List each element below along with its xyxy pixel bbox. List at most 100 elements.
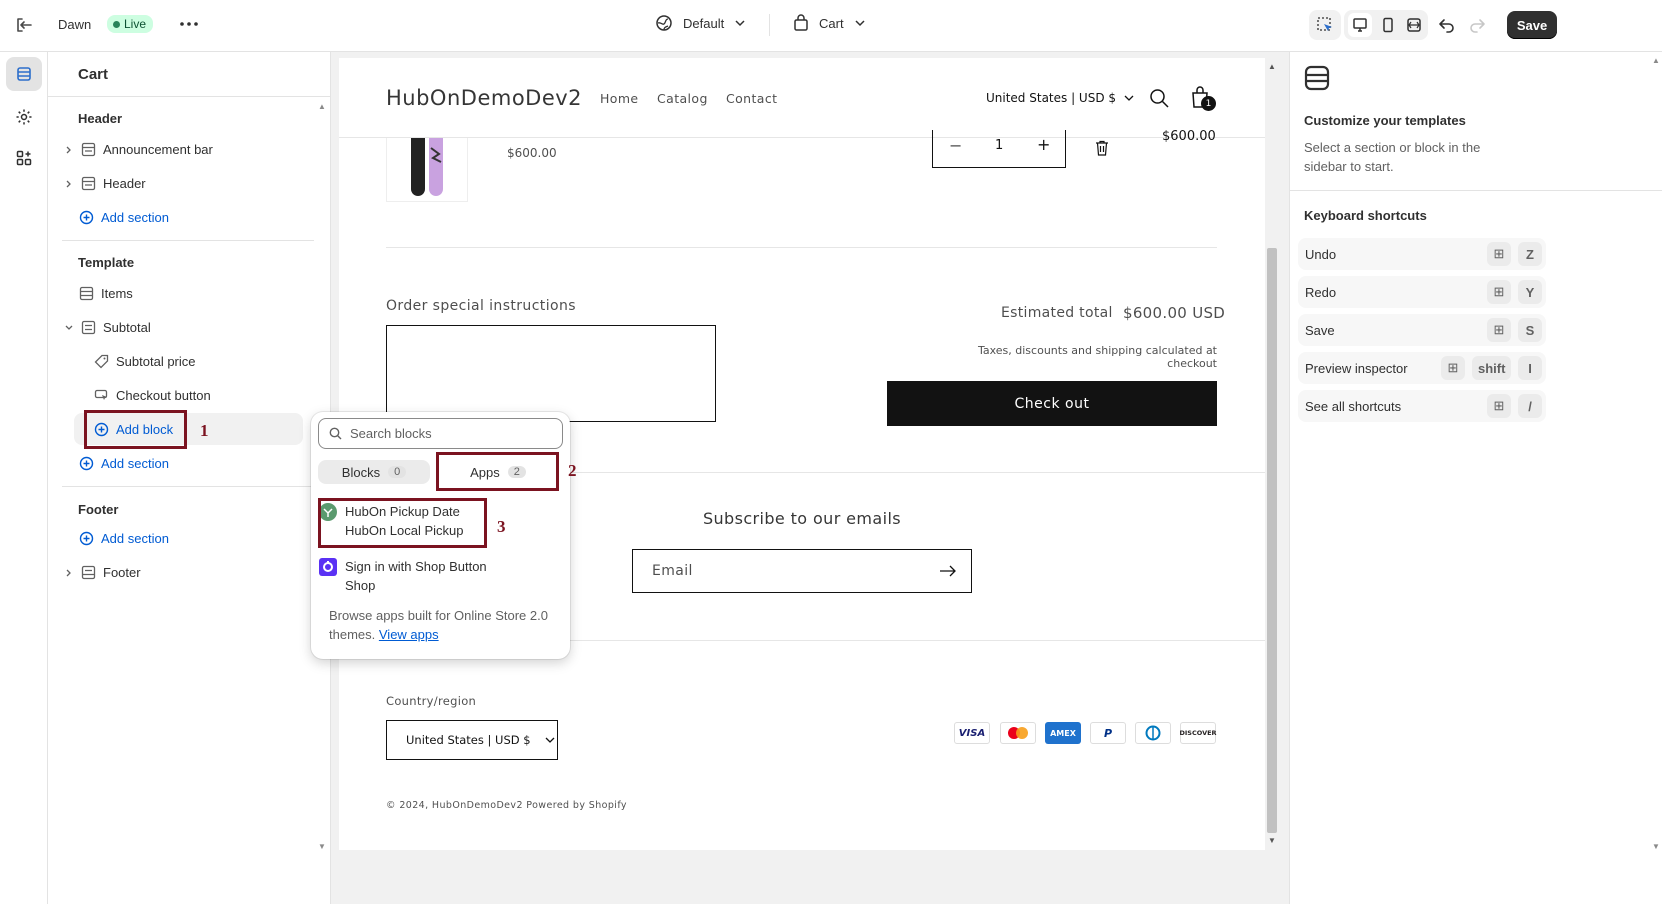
shortcuts-title: Keyboard shortcuts: [1304, 208, 1427, 223]
header-currency-selector[interactable]: United States | USD $: [986, 91, 1134, 105]
email-field[interactable]: Email: [632, 549, 972, 593]
sidebar-item-label: Header: [103, 176, 146, 191]
quantity-stepper: − 1 +: [932, 130, 1066, 168]
estimated-total-value: $600.00 USD: [1123, 304, 1226, 322]
nav-home[interactable]: Home: [600, 91, 639, 106]
price-tag-icon: [94, 354, 109, 369]
nav-catalog[interactable]: Catalog: [657, 91, 708, 106]
chevron-down-icon: [735, 20, 745, 27]
divider: [62, 240, 314, 241]
search-input[interactable]: Search blocks: [318, 418, 563, 449]
diners-icon: [1135, 722, 1171, 744]
app-block-shop-sign-in[interactable]: Sign in with Shop Button Shop: [319, 557, 559, 595]
chevron-down-icon: [855, 20, 865, 27]
plus-circle-icon: [79, 210, 94, 225]
bag-icon: [794, 14, 808, 31]
sidebar-item-checkout-button[interactable]: Checkout button: [94, 388, 211, 403]
line-total-value: $600.00: [1162, 130, 1216, 144]
checkout-button[interactable]: Check out: [887, 381, 1217, 426]
country-selector[interactable]: United States | USD $: [386, 720, 558, 760]
search-icon: [329, 427, 342, 440]
settings-gear-icon[interactable]: [6, 100, 42, 134]
sidebar-item-label: Items: [101, 286, 133, 301]
shortcut-key: Z: [1518, 242, 1542, 266]
chevron-right-icon[interactable]: [64, 145, 74, 155]
shortcut-key: Y: [1518, 280, 1542, 304]
annotation-number-2: 2: [568, 461, 577, 480]
tab-blocks[interactable]: Blocks 0: [318, 460, 430, 484]
right-panel: Customize your templates Select a sectio…: [1289, 52, 1662, 904]
exit-icon[interactable]: [14, 15, 34, 35]
divider: [62, 486, 314, 487]
windows-key-icon: ⊞: [1487, 280, 1511, 304]
redo-icon[interactable]: [1467, 15, 1487, 35]
mastercard-icon: [1000, 722, 1036, 744]
search-icon[interactable]: [1149, 88, 1169, 108]
trash-icon[interactable]: [1095, 140, 1109, 156]
shortcut-redo: Redo ⊞ Y: [1298, 276, 1546, 308]
add-section-header-button[interactable]: Add section: [79, 210, 169, 225]
sidebar: Cart ▲ Header Announcement bar Header Ad…: [48, 52, 331, 904]
desktop-view-icon[interactable]: [1348, 13, 1372, 37]
scroll-up-icon[interactable]: ▲: [318, 102, 326, 111]
scroll-down-icon[interactable]: ▼: [1652, 842, 1660, 851]
apps-icon[interactable]: [6, 141, 42, 175]
amex-icon: AMEX: [1045, 722, 1081, 744]
chevron-right-icon[interactable]: [64, 179, 74, 189]
shortcut-label: Preview inspector: [1305, 360, 1408, 376]
add-section-label: Add section: [101, 210, 169, 225]
estimated-total-label: Estimated total: [1001, 305, 1113, 321]
sections-icon[interactable]: [6, 57, 42, 91]
more-actions-icon[interactable]: [178, 14, 200, 34]
section-icon: [79, 286, 94, 301]
divider: [386, 247, 1217, 248]
sidebar-item-announcement-bar[interactable]: Announcement bar: [64, 142, 213, 157]
shortcut-see-all[interactable]: See all shortcuts ⊞ /: [1298, 390, 1546, 422]
add-section-footer-button[interactable]: Add section: [79, 531, 169, 546]
chevron-down-icon: [545, 737, 555, 743]
sidebar-item-subtotal-price[interactable]: Subtotal price: [94, 354, 196, 369]
preset-selector[interactable]: Default: [655, 14, 746, 32]
live-badge: Live: [107, 15, 154, 33]
scroll-up-icon[interactable]: ▲: [1652, 56, 1660, 65]
shortcut-label: Save: [1305, 322, 1335, 338]
sidebar-item-items[interactable]: Items: [79, 286, 133, 301]
preset-label: Default: [683, 15, 725, 31]
sidebar-item-subtotal[interactable]: Subtotal: [64, 320, 151, 335]
tax-note: Taxes, discounts and shipping calculated…: [977, 344, 1217, 370]
instructions-textarea[interactable]: [386, 325, 716, 422]
increase-quantity-button[interactable]: +: [1037, 135, 1050, 154]
quantity-value[interactable]: 1: [995, 138, 1003, 153]
nav-contact[interactable]: Contact: [726, 91, 777, 106]
arrow-right-icon[interactable]: [939, 564, 957, 578]
template-group-title: Template: [78, 255, 135, 270]
product-image[interactable]: [386, 138, 468, 202]
scroll-down-icon[interactable]: ▼: [1268, 836, 1276, 845]
undo-icon[interactable]: [1437, 15, 1457, 35]
scroll-down-icon[interactable]: ▼: [318, 842, 326, 851]
mobile-view-icon[interactable]: [1376, 13, 1400, 37]
annotation-number-3: 3: [497, 517, 506, 536]
shop-app-icon: [319, 558, 337, 576]
sidebar-item-label: Announcement bar: [103, 142, 213, 157]
shortcut-label: Undo: [1305, 246, 1337, 262]
add-section-template-button[interactable]: Add section: [79, 456, 169, 471]
scroll-up-icon[interactable]: ▲: [1268, 62, 1276, 71]
view-apps-link[interactable]: View apps: [379, 627, 439, 642]
annotation-box-1: [84, 410, 187, 449]
save-button[interactable]: Save: [1507, 11, 1557, 39]
preview-scroll-thumb[interactable]: [1267, 248, 1277, 833]
plus-circle-icon: [79, 531, 94, 546]
sidebar-item-label: Subtotal: [103, 320, 151, 335]
decrease-quantity-button[interactable]: −: [949, 136, 962, 155]
tab-blocks-count: 0: [388, 466, 407, 478]
full-width-view-icon[interactable]: [1402, 13, 1426, 37]
template-selector[interactable]: Cart: [793, 14, 866, 32]
chevron-down-icon[interactable]: [64, 323, 74, 333]
chevron-right-icon[interactable]: [64, 568, 74, 578]
inspector-toggle[interactable]: [1309, 10, 1341, 40]
sidebar-item-header[interactable]: Header: [64, 176, 146, 191]
sidebar-item-footer[interactable]: Footer: [64, 565, 141, 580]
sidebar-item-label: Footer: [103, 565, 141, 580]
store-logo[interactable]: HubOnDemoDev2: [386, 86, 582, 110]
